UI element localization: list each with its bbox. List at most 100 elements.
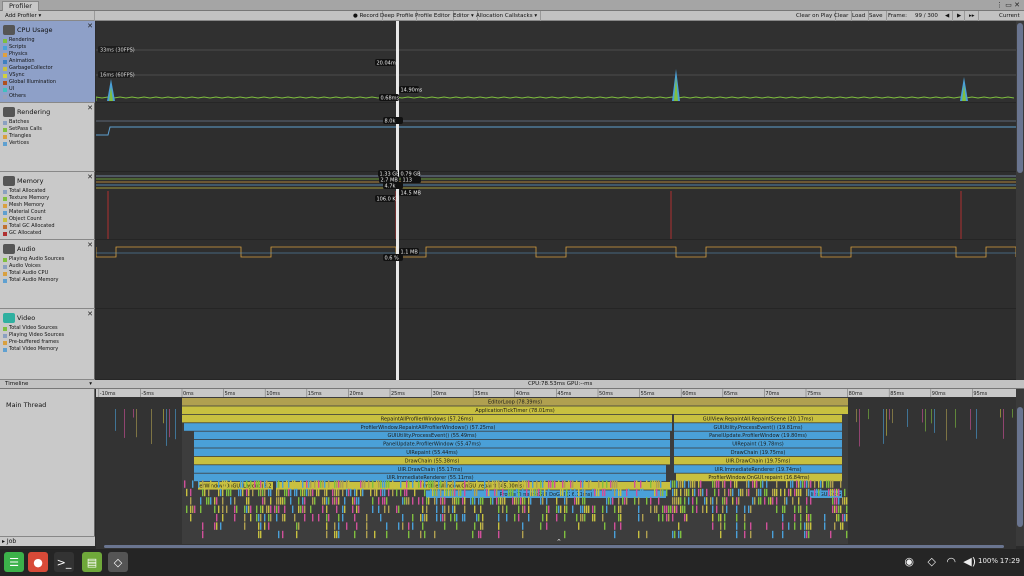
legend-item[interactable]: Material Count — [3, 209, 46, 216]
module-memory[interactable]: Memory ✕ Total Allocated Texture Memory Mesh… — [0, 172, 95, 240]
small-sample — [204, 488, 206, 497]
timeline-scrollbar-thumb[interactable] — [1017, 407, 1023, 527]
timeline-sample[interactable]: UIR.DrawChain (55.17ms) — [194, 465, 666, 473]
current-frame-button[interactable]: Current — [996, 11, 1023, 21]
timeline-sample[interactable]: ProfilerWindow.RepaintAllProfilerWindows… — [184, 423, 672, 431]
module-cpu-usage[interactable]: CPU Usage ✕ Rendering Scripts Physics Animati… — [0, 21, 95, 103]
close-icon[interactable]: ✕ — [87, 22, 93, 30]
timeline-sample[interactable]: UIRepaint (19.78ms) — [674, 440, 842, 448]
timeline-hscrollbar-thumb[interactable] — [104, 545, 1004, 548]
legend-item[interactable]: Total Video Memory — [3, 346, 58, 353]
tab-profiler[interactable]: Profiler — [2, 1, 39, 11]
module-video[interactable]: Video ✕ Total Video Sources Playing Video S… — [0, 309, 95, 380]
timeline-sample[interactable]: GUIUtility.ProcessEvent() (55.49ms) — [194, 431, 670, 440]
timeline-sample[interactable]: RepaintAllProfilerWindows (57.26ms) — [182, 414, 672, 423]
timeline-sample[interactable]: PanelUpdate.ProfilerWindow (19.80ms) — [674, 431, 842, 440]
terminal-icon[interactable]: >_ — [54, 552, 74, 572]
legend-item[interactable]: UI — [3, 86, 14, 93]
profiler-charts-area[interactable]: 33ms (30FPS) 16ms (60FPS) 20.04ms 14.90ms 0.… — [96, 21, 1016, 380]
profiler-charts[interactable]: 33ms (30FPS)16ms (60FPS)20.04ms14.90ms0.… — [96, 21, 1016, 380]
thread-main-label[interactable]: Main Thread — [6, 401, 46, 409]
close-icon[interactable]: ✕ — [87, 241, 93, 249]
module-rendering[interactable]: Rendering ✕ Batches SetPass Calls Triangles V… — [0, 103, 95, 172]
legend-item[interactable]: Total GC Allocated — [3, 223, 55, 230]
timeline-sample[interactable]: erWindow.OnGUI.Layout (8.2 — [198, 482, 273, 490]
legend-item[interactable]: Total Audio Memory — [3, 277, 58, 284]
view-mode-dropdown[interactable]: Timeline ▾ — [2, 380, 94, 388]
frame-counter[interactable]: 99 / 300 — [912, 11, 941, 21]
unity-tray-icon[interactable]: ◇ — [928, 555, 936, 568]
legend-item[interactable]: Scripts — [3, 44, 26, 51]
legend-item[interactable]: GC Allocated — [3, 230, 41, 237]
small-sample — [820, 480, 822, 488]
legend-item[interactable]: Texture Memory — [3, 195, 49, 202]
profile-editor-button[interactable]: Profile Editor — [412, 11, 455, 21]
timeline-sample[interactable]: DrawChain (19.75ms) — [674, 448, 842, 456]
legend-item[interactable]: Others — [3, 93, 26, 100]
legend-item[interactable]: Vertices — [3, 140, 29, 147]
timeline-sample[interactable]: ProfilerTimelineGUI.DoGUI (26.11ms) — [426, 490, 666, 498]
clear-on-play-button[interactable]: Clear on Play — [793, 11, 837, 21]
clock[interactable]: 17:29 — [1000, 557, 1020, 565]
timeline-sample[interactable]: UIR.ImmediateRenderer (19.74ms) — [674, 465, 842, 473]
legend-item[interactable]: Object Count — [3, 216, 42, 223]
prev-frame-button[interactable]: ◀ — [942, 11, 954, 21]
unity-icon[interactable]: ◇ — [108, 552, 128, 572]
timeline-sample[interactable]: ProfilerWindow.OnGUI.repaint (16.84ms) — [676, 473, 842, 482]
small-sample — [776, 488, 778, 497]
timeline-chart[interactable]: -10ms -5ms 0ms 5ms 10ms 15ms 20ms 25ms 30ms 35ms 4… — [96, 389, 1016, 546]
timeline-sample[interactable]: GUIView.RepaintAll.RepaintScene (20.17ms… — [674, 414, 842, 423]
timeline-sample[interactable]: UIR.ImmediateRenderer (55.11ms) — [194, 473, 666, 482]
legend-item[interactable]: Playing Video Sources — [3, 332, 64, 339]
timeline-view[interactable]: -10ms -5ms 0ms 5ms 10ms 15ms 20ms 25ms 30ms 35ms 4… — [96, 389, 1016, 546]
close-icon[interactable]: ✕ — [87, 173, 93, 181]
legend-item[interactable]: Animation — [3, 58, 35, 65]
small-sample — [392, 480, 394, 488]
charts-scrollbar-thumb[interactable] — [1017, 23, 1023, 173]
timeline-sample[interactable]: DrawChain (55.38ms) — [194, 456, 670, 465]
frame-menu-button[interactable]: ▸▸ — [966, 11, 979, 21]
battery-status[interactable]: 100% — [978, 557, 998, 565]
close-icon[interactable]: ✕ — [87, 104, 93, 112]
legend-item[interactable]: Pre-buffered frames — [3, 339, 59, 346]
next-frame-button[interactable]: ▶ — [954, 11, 966, 21]
timeline-sample[interactable]: PanelUpdate.ProfilerWindow (55.47ms) — [194, 440, 670, 448]
timeline-scrollbar[interactable] — [1016, 389, 1024, 546]
add-profiler-dropdown[interactable]: Add Profiler ▾ — [2, 11, 95, 21]
wifi-icon[interactable]: ◠ — [946, 555, 956, 568]
small-sample — [478, 530, 480, 539]
legend-item[interactable]: Physics — [3, 51, 28, 58]
sample-label: GUIUtility.ProcessEvent() (19.81ms) — [713, 425, 802, 431]
legend-item[interactable]: GarbageCollector — [3, 65, 53, 72]
legend-item[interactable]: SetPass Calls — [3, 126, 42, 133]
timeline-sample[interactable]: UIR.DrawChain (19.75ms) — [674, 456, 842, 465]
legend-item[interactable]: Rendering — [3, 37, 35, 44]
close-icon[interactable]: ✕ — [87, 310, 93, 318]
legend-item[interactable]: Total Video Sources — [3, 325, 58, 332]
save-button[interactable]: Save — [866, 11, 887, 21]
chrome-icon[interactable]: ● — [28, 552, 48, 572]
module-audio[interactable]: Audio ✕ Playing Audio Sources Audio Voices T… — [0, 240, 95, 309]
legend-item[interactable]: Triangles — [3, 133, 31, 140]
timeline-sample[interactable]: UIRepaint (55.44ms) — [194, 448, 670, 456]
charts-scrollbar[interactable] — [1016, 21, 1024, 380]
legend-item[interactable]: Total Audio CPU — [3, 270, 48, 277]
allocation-callstacks-dropdown[interactable]: Allocation Callstacks ▾ — [473, 11, 542, 21]
legend-item[interactable]: Batches — [3, 119, 29, 126]
menu-icon[interactable]: ☰ — [4, 552, 24, 572]
timeline-sample[interactable]: GUIUtility.ProcessEvent() (19.81ms) — [674, 423, 842, 431]
volume-icon[interactable]: ◀) — [963, 555, 976, 568]
legend-item[interactable]: Playing Audio Sources — [3, 256, 64, 263]
discord-icon[interactable]: ◉ — [904, 555, 914, 568]
module-header: Rendering — [3, 106, 50, 118]
thread-job-label[interactable]: ▸ Job — [0, 536, 95, 546]
timeline-sample[interactable]: ApplicationTickTimer (78.01ms) — [182, 406, 848, 414]
legend-item[interactable]: Global Illumination — [3, 79, 56, 86]
legend-item[interactable]: Total Allocated — [3, 188, 46, 195]
timeline-sample[interactable]: EditorLoop (78.39ms) — [182, 398, 848, 406]
files-icon[interactable]: ▤ — [82, 552, 102, 572]
legend-item[interactable]: Audio Voices — [3, 263, 41, 270]
window-menu-icon[interactable]: ⋮ ▭ ✕ — [996, 1, 1020, 10]
legend-item[interactable]: Mesh Memory — [3, 202, 44, 209]
legend-item[interactable]: VSync — [3, 72, 24, 79]
